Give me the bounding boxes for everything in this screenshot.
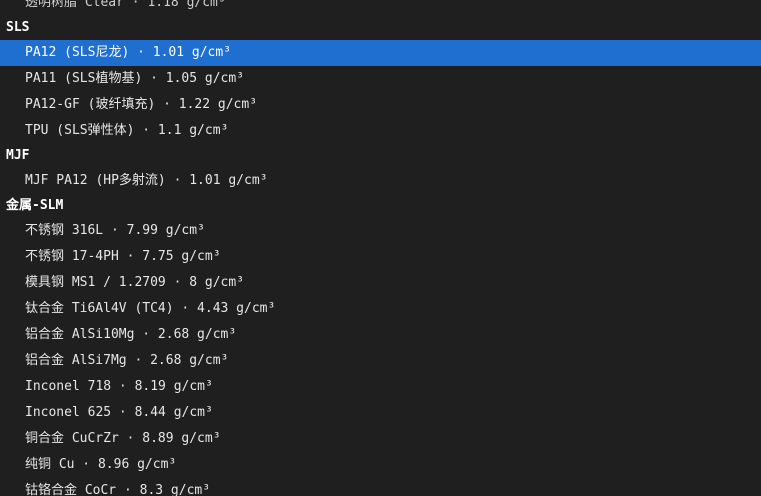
option-pa11-sls[interactable]: PA11 (SLS植物基) · 1.05 g/cm³ <box>0 66 761 92</box>
option-inconel-718[interactable]: Inconel 718 · 8.19 g/cm³ <box>0 374 761 400</box>
group-header-sls: SLS <box>6 20 30 35</box>
option-pure-copper[interactable]: 纯铜 Cu · 8.96 g/cm³ <box>0 452 761 478</box>
option-ss-316l[interactable]: 不锈钢 316L · 7.99 g/cm³ <box>0 218 761 244</box>
option-alsi10mg[interactable]: 铝合金 AlSi10Mg · 2.68 g/cm³ <box>0 322 761 348</box>
option-ms1[interactable]: 模具钢 MS1 / 1.2709 · 8 g/cm³ <box>0 270 761 296</box>
option-pa12-sls[interactable]: PA12 (SLS尼龙) · 1.01 g/cm³ <box>0 40 761 66</box>
option-alsi7mg[interactable]: 铝合金 AlSi7Mg · 2.68 g/cm³ <box>0 348 761 374</box>
option-cucrzr[interactable]: 铜合金 CuCrZr · 8.89 g/cm³ <box>0 426 761 452</box>
option-ti6al4v[interactable]: 钛合金 Ti6Al4V (TC4) · 4.43 g/cm³ <box>0 296 761 322</box>
option-ss-17-4ph[interactable]: 不锈钢 17-4PH · 7.75 g/cm³ <box>0 244 761 270</box>
material-dropdown-list[interactable]: 透明树脂 Clear · 1.18 g/cm³ SLS PA12 (SLS尼龙)… <box>0 0 761 496</box>
option-pa12-gf[interactable]: PA12-GF (玻纤填充) · 1.22 g/cm³ <box>0 92 761 118</box>
group-header-mjf: MJF <box>6 148 30 163</box>
group-header-metal-slm: 金属-SLM <box>6 198 64 213</box>
option-mjf-pa12[interactable]: MJF PA12 (HP多射流) · 1.01 g/cm³ <box>0 168 761 194</box>
material-options: 透明树脂 Clear · 1.18 g/cm³ SLS PA12 (SLS尼龙)… <box>0 0 761 496</box>
option-cocr[interactable]: 钴铬合金 CoCr · 8.3 g/cm³ <box>0 478 761 496</box>
option-tpu-sls[interactable]: TPU (SLS弹性体) · 1.1 g/cm³ <box>0 118 761 144</box>
option-inconel-625[interactable]: Inconel 625 · 8.44 g/cm³ <box>0 400 761 426</box>
option-clear-resin[interactable]: 透明树脂 Clear · 1.18 g/cm³ <box>0 0 761 16</box>
